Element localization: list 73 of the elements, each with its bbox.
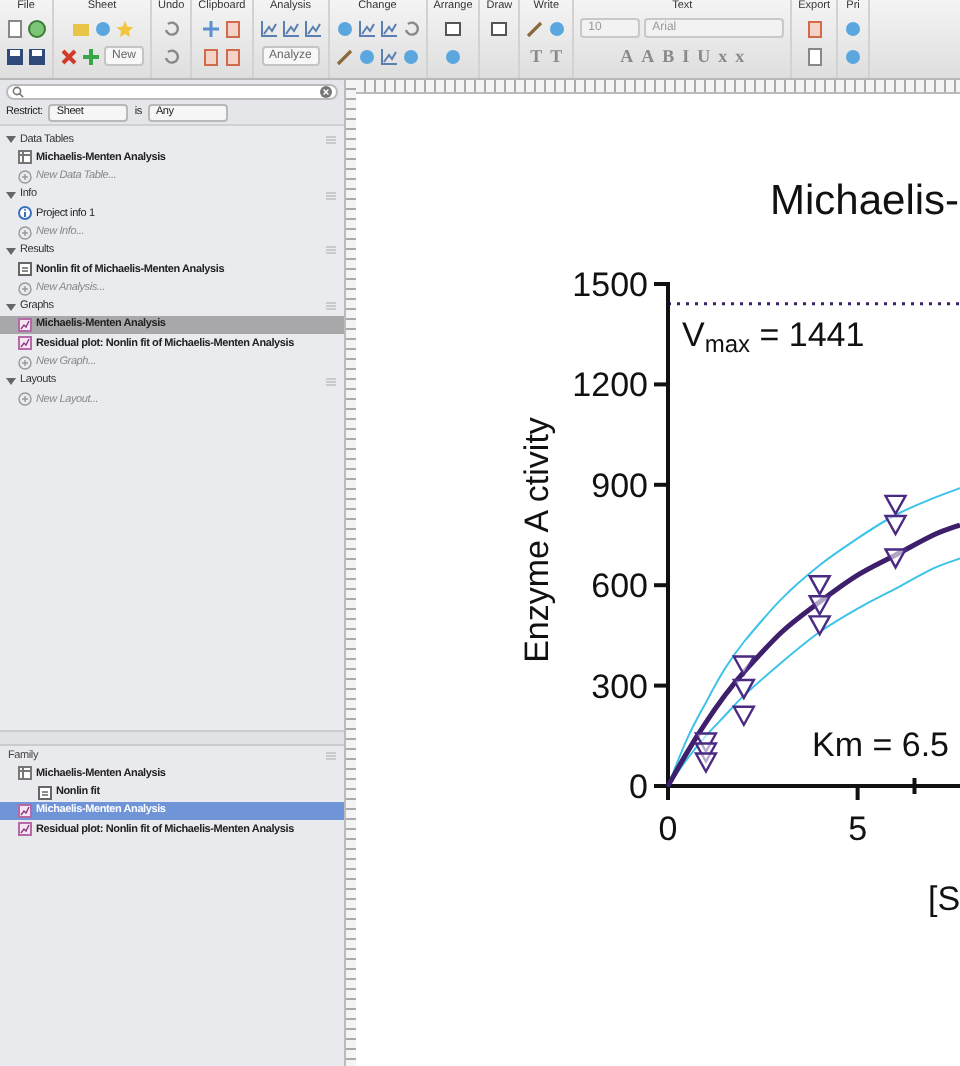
document-icon[interactable]: [805, 47, 824, 65]
undo-icon[interactable]: [401, 19, 420, 37]
tick-label: 0: [658, 810, 678, 848]
rectangle-icon[interactable]: [490, 19, 509, 37]
disclosure-triangle-icon[interactable]: [6, 376, 16, 386]
add-icon: [18, 355, 32, 370]
results-icon: [38, 785, 52, 800]
pen-icon[interactable]: [335, 47, 354, 65]
tick-label: 1500: [572, 266, 648, 304]
tick-label: 300: [591, 667, 648, 706]
chart-icon[interactable]: [259, 19, 278, 37]
tick-label: 0: [629, 768, 648, 806]
pen-icon[interactable]: [526, 19, 545, 37]
graph-icon: [18, 318, 32, 333]
data-point: [731, 655, 756, 677]
clipboard-icon[interactable]: [805, 19, 824, 37]
disclosure-triangle-icon[interactable]: [6, 245, 16, 256]
chart-icon[interactable]: [379, 47, 398, 65]
data-point: [883, 548, 908, 570]
circle-icon[interactable]: [357, 47, 376, 65]
table-icon: [18, 150, 32, 165]
info-icon: [18, 206, 32, 221]
circle-icon[interactable]: [844, 19, 863, 37]
rectangle-icon[interactable]: [444, 19, 462, 37]
data-point: [883, 494, 908, 517]
add-icon: [18, 169, 32, 184]
chart-icon[interactable]: [379, 19, 398, 37]
clear-icon[interactable]: [320, 86, 332, 98]
close-icon[interactable]: [60, 47, 78, 65]
data-point: [807, 615, 832, 637]
data-point: [883, 514, 908, 537]
tick-label: 900: [591, 466, 648, 505]
data-point: [731, 705, 756, 728]
chart-annotation: V$_{max}$ = 1441: [682, 318, 865, 352]
cross-icon[interactable]: [201, 19, 220, 37]
axis-label: Enzyme A ctivity: [518, 417, 556, 663]
data-point: [693, 752, 718, 775]
document-icon[interactable]: [6, 19, 24, 37]
circle-icon[interactable]: [401, 47, 420, 65]
graph-icon: [18, 804, 32, 819]
disclosure-triangle-icon[interactable]: [6, 190, 16, 201]
circle-icon[interactable]: [335, 19, 354, 37]
disclosure-triangle-icon[interactable]: [6, 134, 16, 145]
graph-icon: [18, 822, 32, 837]
tick-label: 1200: [572, 366, 648, 405]
add-icon: [18, 281, 32, 296]
add-icon: [18, 225, 32, 240]
star-icon[interactable]: [115, 19, 133, 37]
data-point: [807, 575, 832, 597]
chart-annotation: Km = 6.5: [812, 728, 950, 762]
save-icon[interactable]: [6, 47, 24, 65]
axis-label: [S: [928, 880, 960, 918]
circle-icon[interactable]: [548, 19, 567, 37]
circle-icon[interactable]: [444, 47, 462, 65]
circle-icon[interactable]: [93, 19, 111, 37]
circle-icon[interactable]: [844, 47, 863, 65]
chart-icon[interactable]: [303, 19, 322, 37]
chart-icon[interactable]: [357, 19, 376, 37]
chart-icon[interactable]: [281, 19, 300, 37]
add-icon: [18, 392, 32, 407]
data-point: [807, 595, 832, 617]
save-icon[interactable]: [28, 47, 46, 65]
graph-icon: [18, 336, 32, 351]
tick-label: 600: [591, 567, 648, 606]
tick-label: 5: [848, 810, 868, 848]
results-icon: [18, 262, 32, 277]
search-field[interactable]: [6, 84, 338, 100]
data-point: [731, 678, 756, 701]
plus-icon[interactable]: [82, 47, 100, 65]
search-icon: [12, 86, 24, 98]
disclosure-triangle-icon[interactable]: [6, 301, 16, 312]
chart-title: Michaelis-: [770, 178, 960, 224]
table-icon: [18, 766, 32, 781]
